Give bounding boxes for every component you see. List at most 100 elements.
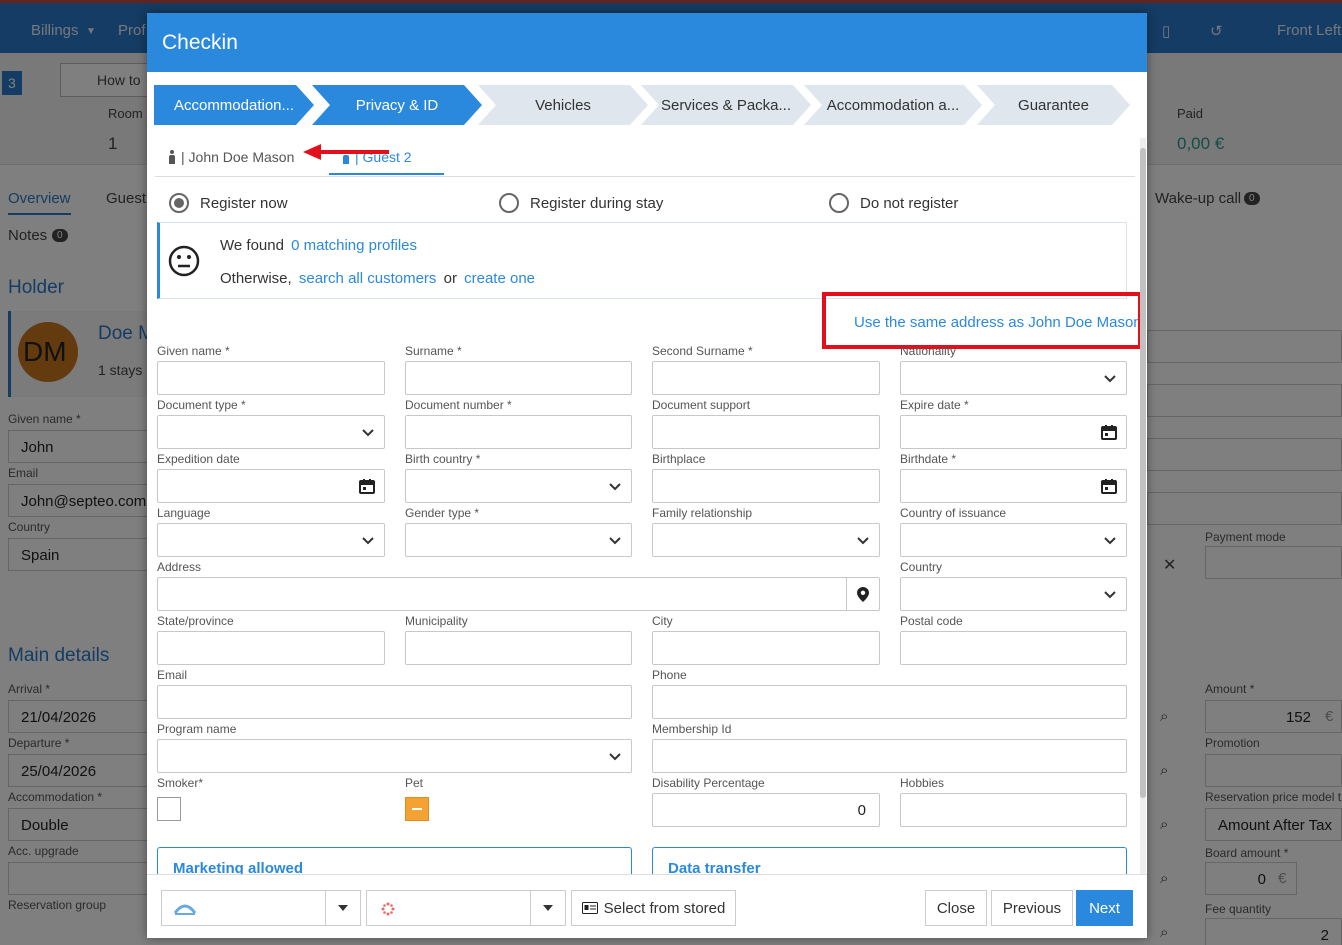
document-type-select[interactable]	[157, 415, 385, 449]
chevron-down-icon	[362, 429, 374, 437]
smoker-checkbox[interactable]	[157, 797, 181, 821]
red-highlight-box	[822, 292, 1142, 349]
calendar-icon[interactable]	[1101, 424, 1117, 440]
family-relationship-select[interactable]	[652, 523, 880, 557]
program-name-select[interactable]	[157, 739, 632, 773]
surname-input[interactable]	[405, 361, 632, 395]
close-button[interactable]: Close	[925, 890, 987, 926]
document-type-label: Document type *	[157, 398, 246, 412]
expire-date-input[interactable]	[900, 415, 1127, 449]
country-of-issuance-select[interactable]	[900, 523, 1127, 557]
city-input[interactable]	[652, 631, 880, 665]
we-found-text: We found	[220, 237, 284, 254]
caret-down-icon	[338, 905, 348, 911]
create-one-link[interactable]: create one	[464, 270, 535, 287]
checkin-modal: Checkin Accommodation... Privacy & ID Ve…	[147, 13, 1147, 938]
dropdown-toggle[interactable]	[325, 891, 360, 925]
disability-percentage-input[interactable]: 0	[652, 793, 880, 827]
document-number-input[interactable]	[405, 415, 632, 449]
map-pin-button[interactable]	[846, 578, 879, 610]
previous-button[interactable]: Previous	[991, 890, 1073, 926]
radio-circle[interactable]	[499, 193, 519, 213]
expire-date-label: Expire date *	[900, 398, 969, 412]
disability-percentage-value: 0	[857, 802, 866, 819]
radio-label: Register now	[200, 194, 288, 212]
radio-register-now[interactable]: Register now	[169, 193, 288, 213]
next-button[interactable]: Next	[1076, 890, 1133, 926]
family-relationship-label: Family relationship	[652, 506, 753, 520]
city-label: City	[652, 614, 673, 628]
membership-id-label: Membership Id	[652, 722, 732, 736]
radio-register-during-stay[interactable]: Register during stay	[499, 193, 663, 213]
signature-device-select[interactable]	[366, 890, 566, 926]
step-services-packages[interactable]: Services & Packa...	[641, 85, 811, 125]
chevron-down-icon	[1104, 537, 1116, 545]
marketing-allowed-section: Marketing allowed	[157, 847, 632, 875]
guest-tabs: | John Doe Mason | Guest 2	[155, 141, 1135, 177]
state-province-input[interactable]	[157, 631, 385, 665]
hobbies-label: Hobbies	[900, 776, 945, 790]
step-privacy-id[interactable]: Privacy & ID	[312, 85, 482, 125]
caret-down-icon	[543, 905, 553, 911]
map-pin-icon	[857, 586, 869, 602]
country-label: Country	[900, 560, 943, 574]
pet-checkbox[interactable]	[405, 797, 429, 821]
municipality-label: Municipality	[405, 614, 468, 628]
search-all-customers-link[interactable]: search all customers	[299, 270, 437, 287]
radio-label: Do not register	[860, 194, 959, 212]
otherwise-line: Otherwise, search all customers or creat…	[220, 270, 535, 287]
radio-label: Register during stay	[530, 194, 664, 212]
chevron-down-icon	[1104, 591, 1116, 599]
birth-country-select[interactable]	[405, 469, 632, 503]
scanner-logo-icon	[174, 904, 196, 915]
calendar-icon[interactable]	[359, 478, 375, 494]
birthplace-label: Birthplace	[652, 452, 706, 466]
radio-circle[interactable]	[829, 193, 849, 213]
guest-tab-label: | John Doe Mason	[181, 149, 295, 165]
step-accommodation-a[interactable]: Accommodation a...	[804, 85, 982, 125]
email-input[interactable]	[157, 685, 632, 719]
membership-id-input[interactable]	[652, 739, 1127, 773]
select-from-stored-button[interactable]: Select from stored	[571, 890, 736, 926]
gender-type-label: Gender type *	[405, 506, 480, 520]
document-scanner-select[interactable]	[161, 890, 361, 926]
wizard-steps: Accommodation... Privacy & ID Vehicles S…	[154, 85, 1134, 125]
hobbies-input[interactable]	[900, 793, 1127, 827]
document-support-input[interactable]	[652, 415, 880, 449]
given-name-input[interactable]	[157, 361, 385, 395]
step-accommodation[interactable]: Accommodation...	[154, 85, 314, 125]
postal-code-input[interactable]	[900, 631, 1127, 665]
dropdown-toggle[interactable]	[530, 891, 565, 925]
nationality-label: Nationality	[900, 344, 957, 358]
modal-scrollbar[interactable]	[1140, 138, 1146, 874]
matching-profiles-panel: We found 0 matching profiles Otherwise, …	[157, 222, 1127, 299]
select-from-stored-label: Select from stored	[603, 899, 726, 917]
expedition-date-label: Expedition date	[157, 452, 240, 466]
phone-input[interactable]	[652, 685, 1127, 719]
municipality-input[interactable]	[405, 631, 632, 665]
country-select[interactable]	[900, 577, 1127, 611]
scrollbar-thumb[interactable]	[1140, 148, 1146, 798]
gender-type-select[interactable]	[405, 523, 632, 557]
address-input[interactable]	[157, 577, 880, 611]
language-select[interactable]	[157, 523, 385, 557]
radio-do-not-register[interactable]: Do not register	[829, 193, 958, 213]
step-guarantee[interactable]: Guarantee	[977, 85, 1130, 125]
step-vehicles[interactable]: Vehicles	[478, 85, 648, 125]
guest-tab-john-doe-mason[interactable]: | John Doe Mason	[169, 149, 294, 165]
state-province-label: State/province	[157, 614, 234, 628]
person-icon	[169, 150, 175, 164]
phone-label: Phone	[652, 668, 687, 682]
nationality-select[interactable]	[900, 361, 1127, 395]
radio-circle[interactable]	[169, 193, 189, 213]
pet-label: Pet	[405, 776, 424, 790]
birthplace-input[interactable]	[652, 469, 880, 503]
document-support-label: Document support	[652, 398, 751, 412]
birthdate-input[interactable]	[900, 469, 1127, 503]
calendar-icon[interactable]	[1101, 478, 1117, 494]
or-text: or	[443, 270, 457, 287]
matching-profiles-link[interactable]: 0 matching profiles	[291, 237, 417, 254]
second-surname-input[interactable]	[652, 361, 880, 395]
expedition-date-input[interactable]	[157, 469, 385, 503]
registration-options: Register now Register during stay Do not…	[169, 193, 1129, 217]
